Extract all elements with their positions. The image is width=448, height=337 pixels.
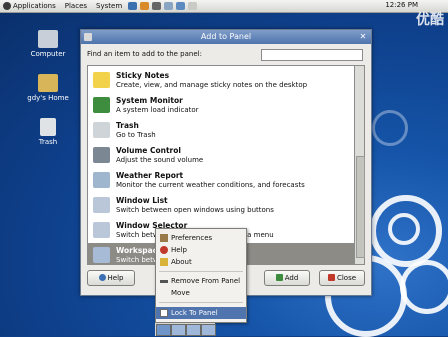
menu-item-label: Remove From Panel — [171, 277, 241, 285]
menu-item-label: Lock To Panel — [171, 309, 218, 317]
bottom-panel-workspace-switcher — [155, 323, 216, 336]
close-button-label: Close — [336, 274, 357, 282]
workspace-2[interactable] — [171, 324, 186, 336]
swirl-decoration — [400, 260, 448, 314]
item-name: Volume Control — [116, 146, 181, 155]
applet-context-menu: Preferences Help About Remove From Panel… — [155, 228, 247, 323]
close-button[interactable]: Close — [319, 270, 365, 286]
help-icon — [98, 274, 106, 281]
menu-item-lock-to-panel[interactable]: Lock To Panel — [156, 307, 246, 319]
trash-icon — [40, 118, 56, 136]
item-desc: Switch between open windows using button… — [116, 206, 274, 214]
add-button-label: Add — [284, 274, 299, 282]
workspace-4[interactable] — [201, 324, 216, 336]
sticky-notes-icon — [93, 72, 110, 88]
menu-item-remove-from-panel[interactable]: Remove From Panel — [156, 275, 246, 287]
desktop-icon-trash[interactable]: Trash — [18, 118, 78, 146]
item-name: Trash — [116, 121, 139, 130]
weather-icon — [93, 172, 110, 188]
settings-launcher-icon[interactable] — [188, 2, 198, 10]
window-icon — [84, 33, 92, 41]
menu-item-help[interactable]: Help — [156, 244, 246, 256]
list-item[interactable]: Window List Switch between open windows … — [88, 193, 354, 218]
about-icon — [160, 258, 168, 266]
item-name: Window List — [116, 196, 168, 205]
list-item[interactable]: System Monitor A system load indicator — [88, 93, 354, 118]
list-scrollbar[interactable] — [354, 65, 365, 265]
places-menu[interactable]: Places — [65, 2, 87, 10]
desktop-icon-label: Computer — [30, 50, 66, 58]
menu-item-label: About — [171, 258, 192, 266]
help-button[interactable]: Help — [87, 270, 135, 286]
add-button[interactable]: Add — [264, 270, 310, 286]
window-selector-icon — [93, 222, 110, 238]
help-icon — [160, 246, 168, 254]
find-input[interactable] — [261, 49, 363, 61]
lock-checkbox-icon[interactable] — [160, 309, 168, 317]
menu-separator — [159, 271, 243, 272]
text-editor-launcher-icon[interactable] — [164, 2, 174, 10]
remove-icon — [160, 280, 168, 283]
swirl-decoration — [388, 213, 420, 245]
window-list-icon — [93, 197, 110, 213]
speaker-icon — [93, 147, 110, 163]
menu-item-preferences[interactable]: Preferences — [156, 232, 246, 244]
help-button-label: Help — [107, 274, 124, 282]
list-item[interactable]: Volume Control Adjust the sound volume — [88, 143, 354, 168]
email-launcher-icon[interactable] — [140, 2, 150, 10]
workspace-switcher-icon — [93, 247, 110, 263]
workspace-1[interactable] — [156, 324, 171, 336]
item-desc: Create, view, and manage sticky notes on… — [116, 81, 308, 89]
menu-item-move[interactable]: Move — [156, 287, 246, 299]
menu-item-label: Help — [171, 246, 187, 254]
video-watermark: 优酷 — [416, 12, 444, 28]
item-desc: A system load indicator — [116, 106, 199, 114]
applications-menu-label: Applications — [13, 2, 56, 10]
swirl-decoration — [372, 110, 408, 146]
item-name: Sticky Notes — [116, 71, 170, 80]
item-desc: Adjust the sound volume — [116, 156, 204, 164]
menu-item-label: Preferences — [171, 234, 213, 242]
gnome-foot-icon — [3, 2, 11, 10]
top-panel: Applications Places System — [0, 0, 448, 13]
item-desc: Go to Trash — [116, 131, 156, 139]
applications-menu[interactable]: Applications — [3, 2, 56, 10]
find-label: Find an item to add to the panel: — [87, 50, 202, 58]
scrollbar-thumb[interactable] — [356, 156, 365, 258]
item-desc: Monitor the current weather conditions, … — [116, 181, 305, 189]
item-name: Weather Report — [116, 171, 184, 180]
menu-separator — [159, 302, 243, 303]
desktop-icon-computer[interactable]: Computer — [18, 30, 78, 58]
web-browser-launcher-icon[interactable] — [128, 2, 138, 10]
close-icon — [327, 274, 335, 281]
home-folder-icon — [38, 74, 58, 92]
close-window-icon[interactable]: ✕ — [358, 32, 368, 42]
list-item[interactable]: Weather Report Monitor the current weath… — [88, 168, 354, 193]
panel-clock[interactable]: 12:26 PM — [385, 1, 418, 9]
network-launcher-icon[interactable] — [176, 2, 186, 10]
dialog-titlebar[interactable]: Add to Panel ✕ — [81, 30, 371, 44]
workspace-3[interactable] — [186, 324, 201, 336]
item-name: System Monitor — [116, 96, 183, 105]
menu-item-about[interactable]: About — [156, 256, 246, 268]
menu-item-label: Move — [171, 289, 190, 297]
desktop-icon-label: Trash — [38, 138, 58, 146]
terminal-launcher-icon[interactable] — [152, 2, 162, 10]
computer-icon — [38, 30, 58, 48]
dialog-title: Add to Panel — [200, 32, 252, 41]
preferences-icon — [160, 234, 168, 242]
system-menu[interactable]: System — [96, 2, 122, 10]
add-icon — [275, 274, 283, 281]
desktop-icon-home[interactable]: gdy's Home — [18, 74, 78, 102]
trash-icon — [93, 122, 110, 138]
list-item[interactable]: Sticky Notes Create, view, and manage st… — [88, 68, 354, 93]
desktop-icon-label: gdy's Home — [27, 94, 69, 102]
list-item[interactable]: Trash Go to Trash — [88, 118, 354, 143]
system-monitor-icon — [93, 97, 110, 113]
